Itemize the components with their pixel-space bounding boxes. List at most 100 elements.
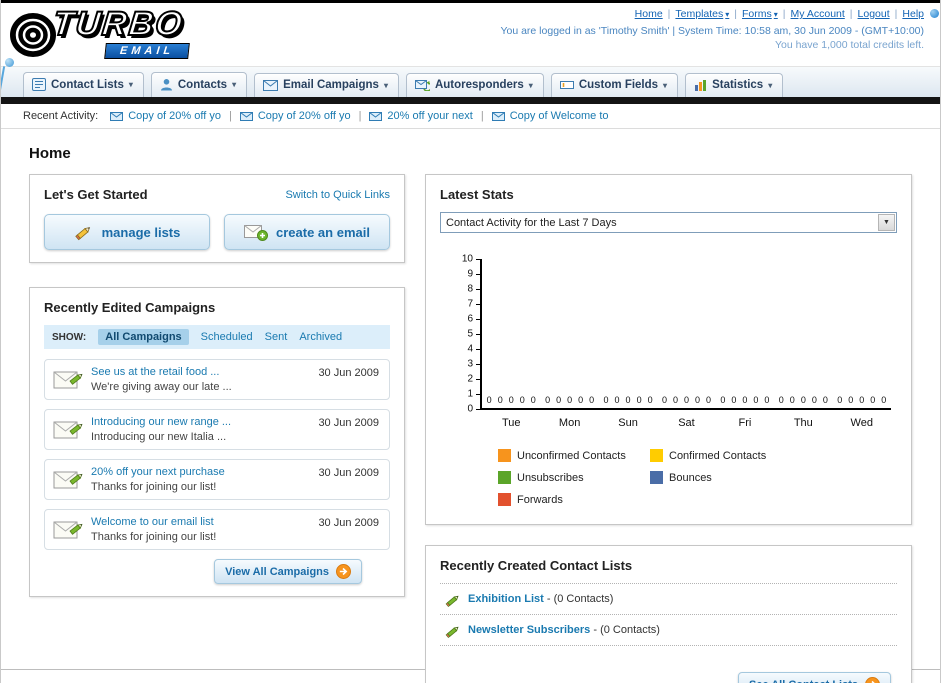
chart-y-tick-label: 5 bbox=[467, 328, 473, 340]
chart-y-tick-mark bbox=[476, 289, 480, 290]
chart-legend: Unconfirmed Contacts Confirmed Contacts Un… bbox=[498, 449, 891, 506]
manage-lists-button[interactable]: manage lists bbox=[44, 214, 210, 250]
recent-activity-item-label: Copy of Welcome to bbox=[509, 110, 609, 122]
top-nav: Home | Templates ▾ | Forms ▾ | My Account … bbox=[635, 8, 924, 20]
top-link-home[interactable]: Home bbox=[635, 8, 663, 20]
separator: | bbox=[228, 110, 232, 122]
main-content: Home Let's Get Started Switch to Quick L… bbox=[1, 129, 940, 683]
tab-contacts[interactable]: Contacts ▾ bbox=[150, 72, 248, 97]
dropdown-arrow-icon: ▾ bbox=[383, 80, 388, 90]
campaign-title-link[interactable]: Welcome to our email list bbox=[91, 516, 309, 528]
top-link-templates[interactable]: Templates ▾ bbox=[675, 8, 729, 20]
latest-stats-panel: Latest Stats Contact Activity for the La… bbox=[425, 174, 912, 525]
nav-divider-bar bbox=[1, 97, 940, 104]
top-link-forms[interactable]: Forms ▾ bbox=[742, 8, 778, 20]
chart-x-tick-label: Sat bbox=[678, 417, 695, 429]
recent-activity-item-label: Copy of 20% off yo bbox=[257, 110, 351, 122]
campaign-title-link[interactable]: See us at the retail food ... bbox=[91, 366, 309, 378]
envelope-icon bbox=[369, 111, 383, 121]
recent-activity-item[interactable]: Copy of 20% off yo bbox=[110, 110, 221, 122]
chart-value-label: 0 bbox=[848, 395, 854, 405]
separator: | bbox=[734, 8, 738, 20]
chart-value-label: 0 bbox=[636, 395, 642, 405]
separator: | bbox=[849, 8, 853, 20]
campaign-subtitle: Thanks for joining our list! bbox=[91, 481, 217, 493]
tab-email-campaigns[interactable]: Email Campaigns ▾ bbox=[254, 73, 399, 97]
campaign-list-item[interactable]: See us at the retail food ... We're givi… bbox=[44, 359, 390, 400]
logo-subtitle: EMAIL bbox=[104, 43, 191, 59]
chart-y-tick-label: 4 bbox=[467, 343, 473, 355]
tab-custom-fields[interactable]: Custom Fields ▾ bbox=[550, 73, 679, 97]
chart-value-label: 0 bbox=[811, 395, 817, 405]
chart-value-label: 0 bbox=[545, 395, 551, 405]
chart-value-label: 0 bbox=[881, 395, 887, 405]
chart-value-label: 0 bbox=[837, 395, 843, 405]
top-link-help[interactable]: Help bbox=[902, 8, 924, 20]
get-started-panel: Let's Get Started Switch to Quick Links … bbox=[29, 174, 405, 263]
chart-y-tick-mark bbox=[476, 364, 480, 365]
filter-tab-scheduled[interactable]: Scheduled bbox=[201, 331, 253, 343]
top-link-forms-label: Forms bbox=[742, 8, 772, 20]
contact-list-name-link[interactable]: Newsletter Subscribers bbox=[468, 624, 590, 636]
campaign-title-link[interactable]: Introducing our new range ... bbox=[91, 416, 309, 428]
chart-value-label: 0 bbox=[625, 395, 631, 405]
switch-quick-links-link[interactable]: Switch to Quick Links bbox=[285, 189, 390, 201]
envelope-icon bbox=[110, 111, 124, 121]
view-all-campaigns-button[interactable]: View All Campaigns bbox=[214, 559, 362, 584]
recent-campaigns-title: Recently Edited Campaigns bbox=[44, 300, 216, 315]
campaign-list-item[interactable]: Welcome to our email list Thanks for joi… bbox=[44, 509, 390, 550]
filter-tab-all-campaigns[interactable]: All Campaigns bbox=[98, 329, 189, 345]
legend-swatch bbox=[650, 449, 663, 462]
create-email-label: create an email bbox=[276, 224, 370, 240]
campaign-title-link[interactable]: 20% off your next purchase bbox=[91, 466, 309, 478]
chart-bar-group: 00000 bbox=[774, 259, 832, 408]
chart-value-label: 0 bbox=[822, 395, 828, 405]
contact-list-item[interactable]: Newsletter Subscribers - (0 Contacts) bbox=[440, 615, 897, 646]
stats-period-dropdown[interactable]: Contact Activity for the Last 7 Days ▼ bbox=[440, 212, 897, 233]
dropdown-arrow-icon: ▾ bbox=[128, 80, 133, 89]
campaign-list-item[interactable]: 20% off your next purchase Thanks for jo… bbox=[44, 459, 390, 500]
recent-activity-item[interactable]: Copy of 20% off yo bbox=[239, 110, 351, 122]
legend-label: Unconfirmed Contacts bbox=[517, 449, 626, 462]
filter-tab-archived[interactable]: Archived bbox=[299, 331, 342, 343]
see-all-contact-lists-button[interactable]: See All Contact Lists bbox=[737, 672, 891, 683]
recent-activity-item[interactable]: Copy of Welcome to bbox=[491, 110, 609, 122]
recent-activity-item-label: Copy of 20% off yo bbox=[128, 110, 221, 122]
campaign-subtitle: Thanks for joining our list! bbox=[91, 531, 217, 543]
filter-tab-sent[interactable]: Sent bbox=[265, 331, 288, 343]
custom-field-icon bbox=[559, 81, 574, 89]
see-all-contact-lists-label: See All Contact Lists bbox=[749, 679, 858, 683]
dropdown-arrow-icon: ▾ bbox=[232, 80, 237, 89]
tab-autoresponders[interactable]: Autoresponders ▾ bbox=[405, 73, 544, 97]
chart-value-label: 0 bbox=[694, 395, 700, 405]
recent-activity-item[interactable]: 20% off your next bbox=[369, 110, 473, 122]
chart-value-label: 0 bbox=[720, 395, 726, 405]
chart-y-tick-label: 10 bbox=[461, 253, 473, 265]
tab-statistics[interactable]: Statistics ▾ bbox=[685, 73, 784, 97]
tab-label: Statistics bbox=[712, 79, 764, 91]
tab-label: Contacts bbox=[177, 78, 228, 91]
chart-value-label: 0 bbox=[556, 395, 562, 405]
campaign-date: 30 Jun 2009 bbox=[318, 367, 379, 379]
legend-swatch bbox=[650, 471, 663, 484]
envelope-plus-icon bbox=[244, 225, 269, 241]
chart-value-label: 0 bbox=[508, 395, 514, 405]
app-window: TURBO EMAIL Home | Templates ▾ | Forms ▾ |… bbox=[0, 0, 941, 683]
contact-list-item[interactable]: Exhibition List - (0 Contacts) bbox=[440, 584, 897, 615]
create-email-button[interactable]: create an email bbox=[224, 214, 390, 250]
tab-contact-lists[interactable]: Contact Lists ▾ bbox=[23, 72, 144, 97]
contact-list-name-link[interactable]: Exhibition List bbox=[468, 593, 544, 605]
chart-value-label: 0 bbox=[764, 395, 770, 405]
top-link-my-account[interactable]: My Account bbox=[791, 8, 845, 20]
envelope-icon bbox=[263, 79, 279, 91]
campaign-subtitle: Introducing our new Italia ... bbox=[91, 431, 227, 443]
chart-value-label: 0 bbox=[706, 395, 712, 405]
contact-activity-chart: 10 9 8 7 6 5 4 3 2 1 0 000000000000000000000000000… bbox=[454, 254, 891, 506]
chart-value-label: 0 bbox=[800, 395, 806, 405]
dropdown-arrow-icon: ▾ bbox=[528, 80, 533, 90]
chart-value-label: 0 bbox=[731, 395, 737, 405]
chart-value-label: 0 bbox=[672, 395, 678, 405]
dropdown-arrow-icon: ▾ bbox=[768, 80, 773, 90]
top-link-logout[interactable]: Logout bbox=[858, 8, 890, 20]
campaign-list-item[interactable]: Introducing our new range ... Introducin… bbox=[44, 409, 390, 450]
